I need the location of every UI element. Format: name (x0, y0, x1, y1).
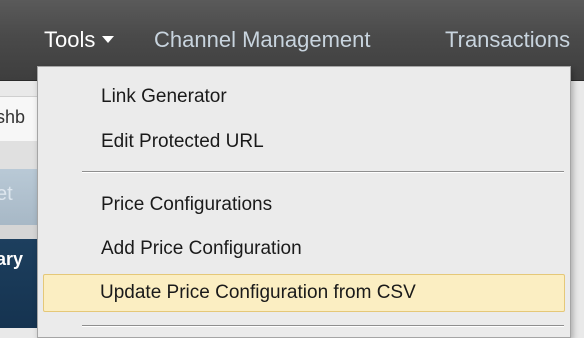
menu-item-add-price-configuration[interactable]: Add Price Configuration (38, 230, 570, 268)
section-header: ary (0, 239, 40, 328)
menu-item-label: Add Price Configuration (101, 238, 302, 259)
nav-tools-menu[interactable]: Tools (44, 24, 115, 56)
breadcrumb-fragment: shb (0, 107, 26, 127)
menu-item-label: Link Generator (101, 86, 227, 107)
menu-item-label: Update Price Configuration from CSV (100, 282, 416, 303)
page-tab-fragment: et (0, 183, 13, 205)
menu-item-edit-protected-url[interactable]: Edit Protected URL (38, 123, 570, 161)
nav-transactions[interactable]: Transactions (445, 24, 570, 56)
nav-channel-management[interactable]: Channel Management (154, 24, 370, 56)
menu-divider (82, 325, 564, 327)
nav-tools-label: Tools (44, 27, 96, 52)
caret-down-icon (102, 35, 115, 43)
page-spacer-2 (0, 225, 40, 239)
breadcrumb: shb (0, 96, 40, 142)
page-spacer (0, 141, 40, 169)
menu-item-link-generator[interactable]: Link Generator (38, 78, 570, 116)
tools-dropdown-menu: Link Generator Edit Protected URL Price … (37, 66, 571, 338)
menu-item-price-configurations[interactable]: Price Configurations (38, 186, 570, 224)
menu-divider (82, 171, 564, 173)
menu-item-update-price-configuration-from-csv[interactable]: Update Price Configuration from CSV (43, 274, 565, 312)
menu-item-label: Edit Protected URL (101, 131, 264, 152)
section-header-fragment: ary (0, 249, 24, 269)
menu-item-label: Price Configurations (101, 194, 273, 215)
page-tab[interactable]: et (0, 169, 40, 225)
